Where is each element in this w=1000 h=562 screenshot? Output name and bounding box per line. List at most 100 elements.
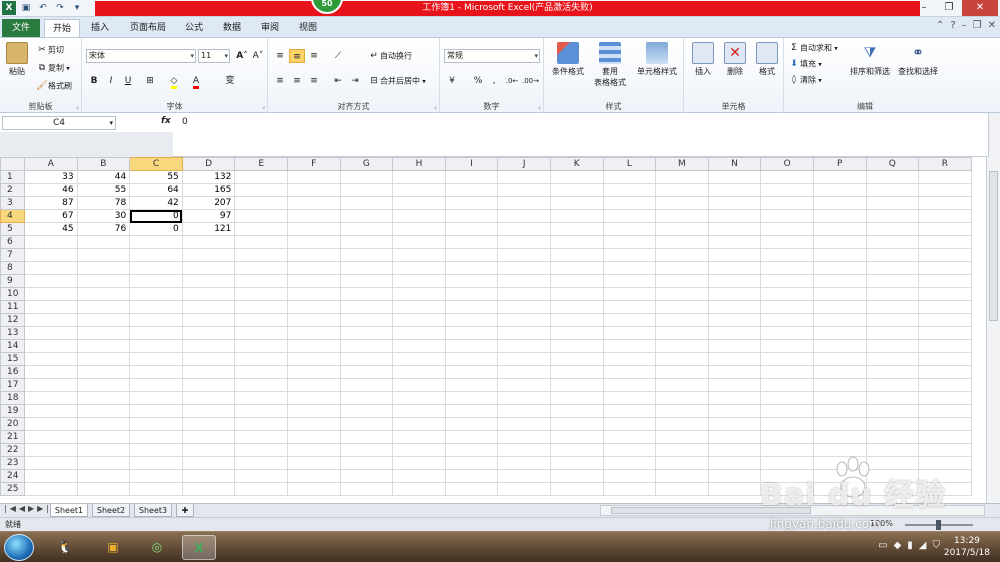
cell[interactable] [286,274,341,288]
cell[interactable] [76,261,131,275]
cell[interactable]: 207 [181,196,236,210]
cell[interactable] [497,404,551,418]
cell[interactable] [286,326,341,340]
cell[interactable] [234,248,288,262]
cell[interactable] [918,443,972,457]
cell[interactable] [392,274,446,288]
cell[interactable] [549,196,604,210]
excel-logo-icon[interactable]: X [2,1,16,15]
cell[interactable] [234,378,288,392]
row-header[interactable]: 12 [0,313,25,327]
cell[interactable] [129,287,183,301]
cell[interactable] [339,469,394,483]
cell[interactable] [760,261,814,275]
cell[interactable] [76,469,131,483]
cell[interactable]: 87 [24,196,78,210]
cell[interactable] [76,248,131,262]
cell[interactable] [76,287,131,301]
cell[interactable] [918,274,972,288]
cell[interactable] [707,287,762,301]
cell[interactable] [392,183,446,197]
cell[interactable] [865,313,920,327]
cell[interactable] [76,417,131,431]
cell[interactable] [549,326,604,340]
tab-review[interactable]: 审阅 [252,19,288,37]
cell[interactable] [444,482,499,496]
undo-icon[interactable]: ↶ [36,1,50,15]
cell[interactable] [339,287,394,301]
cell[interactable] [760,196,814,210]
cell[interactable] [444,378,499,392]
cell[interactable] [760,378,814,392]
cell[interactable] [286,196,341,210]
cell[interactable] [24,391,78,405]
cell[interactable] [129,248,183,262]
cell[interactable] [918,404,972,418]
cell[interactable] [392,417,446,431]
cell[interactable] [339,443,394,457]
cell[interactable] [339,235,394,249]
cell[interactable] [812,300,867,314]
cell[interactable] [655,443,709,457]
cell[interactable] [129,352,183,366]
column-header[interactable]: N [707,157,762,171]
cell[interactable] [707,339,762,353]
cell[interactable] [392,365,446,379]
cell[interactable] [602,417,657,431]
zoom-thumb[interactable] [936,520,941,530]
cell[interactable] [760,326,814,340]
cell[interactable] [286,417,341,431]
cell[interactable] [392,469,446,483]
cell[interactable] [181,352,236,366]
cell[interactable] [286,170,341,184]
column-header[interactable]: A [24,157,78,171]
autosum-button[interactable]: Σ 自动求和 ▾ [788,42,838,54]
cell[interactable] [181,300,236,314]
cell[interactable] [24,313,78,327]
row-header[interactable]: 11 [0,300,25,314]
cell[interactable] [24,339,78,353]
cell[interactable] [497,326,551,340]
row-header[interactable]: 19 [0,404,25,418]
cell[interactable] [549,235,604,249]
insert-function-button[interactable]: fx [161,116,171,126]
cell[interactable] [602,430,657,444]
cell[interactable] [234,300,288,314]
cell[interactable] [812,170,867,184]
cell[interactable] [918,261,972,275]
cell[interactable] [286,300,341,314]
cell[interactable] [286,482,341,496]
cell[interactable] [497,456,551,470]
find-select-button[interactable]: ⚭ 查找和选择 [894,42,942,77]
decrease-decimal-icon[interactable]: .00→ [522,74,539,88]
cell[interactable] [444,300,499,314]
tab-data[interactable]: 数据 [214,19,250,37]
cell[interactable] [707,404,762,418]
cell[interactable] [286,365,341,379]
row-header[interactable]: 23 [0,456,25,470]
cell[interactable] [812,339,867,353]
align-top-icon[interactable]: ≡ [272,49,288,63]
cell[interactable] [918,430,972,444]
cell[interactable] [339,482,394,496]
column-header[interactable]: Q [865,157,920,171]
cell[interactable] [918,313,972,327]
cell[interactable] [497,235,551,249]
cell[interactable] [181,482,236,496]
cell[interactable] [865,261,920,275]
cell[interactable] [234,313,288,327]
cell[interactable] [655,248,709,262]
cell[interactable] [760,443,814,457]
cell[interactable]: 33 [24,170,78,184]
cell[interactable] [24,235,78,249]
cell[interactable] [655,339,709,353]
cell[interactable] [707,313,762,327]
cell[interactable] [497,430,551,444]
cell[interactable] [181,274,236,288]
cell[interactable] [339,430,394,444]
cell[interactable] [392,352,446,366]
cell[interactable] [24,417,78,431]
cell[interactable] [707,482,762,496]
cell[interactable] [339,404,394,418]
cell[interactable] [707,248,762,262]
